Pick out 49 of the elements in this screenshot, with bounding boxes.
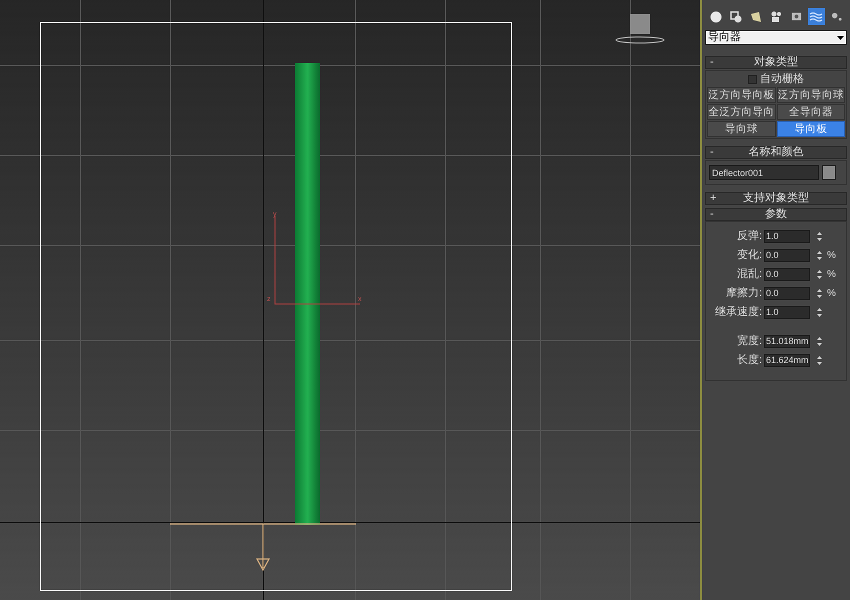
object-type-button[interactable]: 全泛方向导向 [707,104,776,120]
number-field[interactable]: 61.624mm [764,354,810,367]
field-label: 宽度: [736,334,763,350]
object-type-button[interactable]: 导向球 [707,121,776,137]
color-swatch[interactable] [822,165,836,180]
field-label: 长度: [736,352,763,368]
checkbox-label: 自动栅格 [760,72,804,87]
spinner-arrows-icon[interactable] [816,354,823,367]
number-field[interactable]: 51.018mm [764,335,810,348]
name-field[interactable]: Deflector001 [709,165,819,180]
field-label: 反弹: [736,229,763,244]
dropdown-arrow-icon [837,36,844,40]
waves-icon [809,10,824,22]
category-tab[interactable] [808,8,825,25]
camera-icon [770,10,782,22]
number-field[interactable]: 1.0 [764,230,810,243]
number-field[interactable]: 0.0 [764,249,810,262]
spinner-arrows-icon[interactable] [816,306,823,319]
spinner-arrows-icon[interactable] [816,268,823,281]
unit-label: % [827,268,836,282]
rollout-header[interactable]: - 名称和颜色 [705,146,847,159]
spotlight-icon [750,10,762,22]
tape-icon [790,11,802,22]
object-type-button[interactable]: 导向板 [776,121,845,137]
checkbox[interactable] [748,74,757,84]
spinner-arrows-icon[interactable] [816,249,823,262]
spinner-arrows-icon[interactable] [816,230,823,243]
field-label: 变化: [736,248,763,264]
rollout-header[interactable]: - 参数 [705,208,847,221]
rollout-header[interactable]: + 支持对象类型 [705,192,847,205]
field-label: 摩擦力: [724,286,763,302]
field-label: 混乱: [736,267,763,282]
viewcube-icon[interactable] [615,12,665,46]
spinner-arrows-icon[interactable] [816,335,823,348]
rollout-header[interactable]: - 对象类型 [705,56,847,69]
spinner-arrows-icon[interactable] [816,287,823,300]
sphere-icon [710,10,722,22]
object-type-button[interactable]: 全导向器 [776,104,845,120]
object-type-button[interactable]: 泛方向导向板 [707,87,776,103]
shapes-icon [730,10,742,22]
number-field[interactable]: 1.0 [764,306,810,319]
object-type-button[interactable]: 泛方向导向球 [776,87,845,103]
field-label: 继承速度: [714,304,763,320]
number-field[interactable]: 0.0 [764,287,810,300]
unit-label: % [827,287,836,301]
number-field[interactable]: 0.0 [764,268,810,281]
category-dropdown[interactable]: 导向器 [705,30,847,45]
gear-icon [830,11,842,22]
unit-label: % [827,249,836,263]
